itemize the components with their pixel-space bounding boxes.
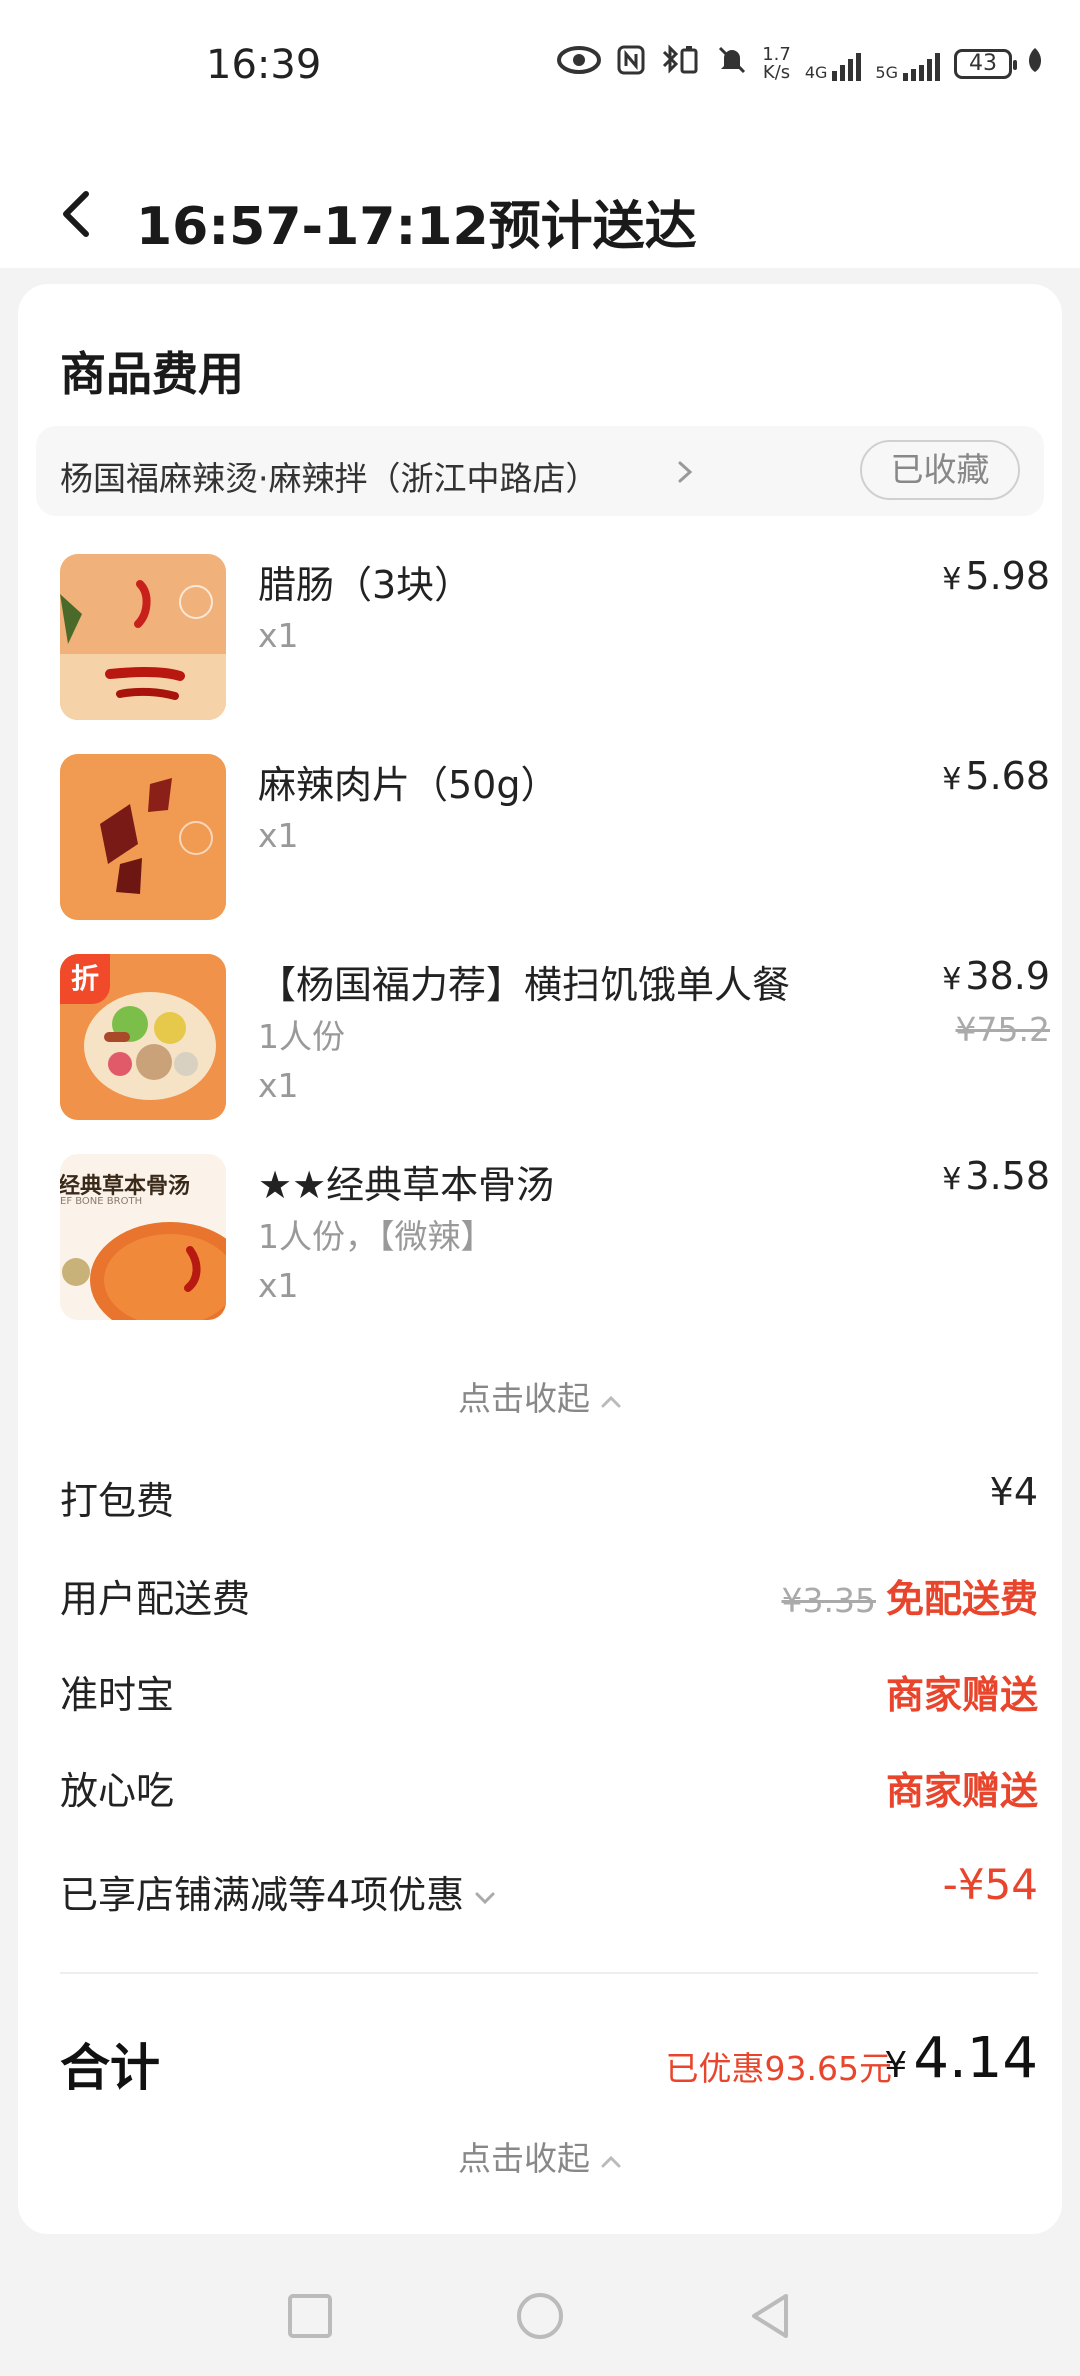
favorite-button[interactable]: 已收藏: [860, 440, 1020, 500]
signal-4g-icon: 4G: [805, 47, 862, 81]
item-price: ¥3.58: [942, 1154, 1050, 1198]
battery-icon: 43: [954, 48, 1017, 79]
fee-label: 已享店铺满减等4项优惠: [60, 1864, 496, 1919]
fee-value: -¥54: [942, 1860, 1038, 1909]
item-original-price: ¥75.2: [955, 1010, 1050, 1049]
mute-icon: [716, 44, 748, 83]
item-spec: 1人份: [258, 1017, 345, 1056]
home-icon[interactable]: [514, 2290, 566, 2342]
eye-icon: [556, 45, 602, 82]
store-bar[interactable]: 杨国福麻辣烫·麻辣拌（浙江中路店） 已收藏: [36, 426, 1044, 516]
section-title: 商品费用: [60, 347, 244, 401]
signal-5g-icon: 5G: [875, 47, 940, 81]
total-saved: 已优惠93.65元: [665, 2049, 892, 2088]
back-button[interactable]: [56, 190, 96, 237]
divider: [60, 1972, 1038, 1974]
item-thumbnail: [60, 554, 226, 720]
back-nav-icon[interactable]: [744, 2290, 796, 2342]
item-thumbnail: 折: [60, 954, 226, 1120]
list-item[interactable]: 经典草本骨汤 EF BONE BROTH ★★经典草本骨汤 1人份，【微辣】 x…: [60, 1154, 1050, 1324]
list-item[interactable]: 腊肠（3块） x1 ¥5.98: [60, 554, 1050, 724]
fee-row-safe-eat: 放心吃 商家赠送: [60, 1760, 1038, 1820]
item-thumbnail: 经典草本骨汤 EF BONE BROTH: [60, 1154, 226, 1320]
fee-original: ¥3.35: [781, 1581, 876, 1620]
page-title: 16:57-17:12预计送达: [136, 197, 697, 257]
list-item[interactable]: 麻辣肉片（50g） x1 ¥5.68: [60, 754, 1050, 924]
total-label: 合计: [60, 2039, 160, 2097]
chevron-right-icon: [678, 461, 693, 483]
item-name: 麻辣肉片（50g）: [258, 763, 559, 807]
back-arrow-icon: [63, 191, 89, 237]
status-icons: 1.7 K/s 4G 5G 43: [556, 44, 1044, 83]
fee-label: 打包费: [60, 1479, 175, 1523]
item-qty: x1: [258, 616, 299, 655]
discount-tag: 折: [60, 954, 110, 1004]
total-value: ¥4.14: [884, 2026, 1038, 2091]
order-fee-card: 商品费用 杨国福麻辣烫·麻辣拌（浙江中路店） 已收藏 腊肠（3块） x1 ¥5.…: [18, 284, 1062, 2234]
system-nav-bar: [0, 2256, 1080, 2376]
fee-label: 准时宝: [60, 1673, 175, 1717]
status-time: 16:39: [206, 42, 322, 88]
fee-row-ontime: 准时宝 商家赠送: [60, 1664, 1038, 1724]
chevron-up-icon: [601, 2155, 621, 2167]
store-name[interactable]: 杨国福麻辣烫·麻辣拌（浙江中路店）: [60, 452, 599, 500]
collapse-items-button[interactable]: 点击收起: [18, 1372, 1062, 1420]
item-name: 腊肠（3块）: [258, 563, 473, 607]
fee-row-delivery: 用户配送费 ¥3.35 免配送费: [60, 1568, 1038, 1628]
item-spec: 1人份，【微辣】: [258, 1217, 494, 1256]
net-speed: 1.7 K/s: [762, 43, 791, 83]
item-qty: x1: [258, 1266, 299, 1305]
leaf-icon: [1026, 46, 1044, 81]
fee-value: 商家赠送: [885, 1673, 1038, 1717]
fee-row-packing: 打包费 ¥4: [60, 1470, 1038, 1530]
item-qty: x1: [258, 1066, 299, 1105]
item-price: ¥38.9: [942, 954, 1050, 998]
nfc-icon: [616, 44, 646, 83]
fee-value: ¥4: [989, 1470, 1038, 1514]
chevron-up-icon: [601, 1395, 621, 1407]
status-bar: 16:39 1.7 K/s 4G 5G 43: [0, 0, 1080, 140]
bluetooth-battery-icon: [660, 44, 702, 83]
list-item[interactable]: 折 【杨国福力荐】横扫饥饿单人餐 1人份 x1 ¥38.9 ¥75.2: [60, 954, 1050, 1124]
fee-label: 用户配送费: [60, 1577, 251, 1621]
chevron-down-icon: [475, 1892, 495, 1904]
fee-label: 放心吃: [60, 1769, 175, 1813]
item-price: ¥5.98: [942, 554, 1050, 598]
page-header: 16:57-17:12预计送达: [0, 140, 1080, 268]
item-name: ★★经典草本骨汤: [258, 1163, 555, 1207]
discounts-row[interactable]: 已享店铺满减等4项优惠 -¥54: [60, 1860, 1038, 1924]
fee-value: ¥3.35 免配送费: [781, 1577, 1039, 1621]
recent-apps-icon[interactable]: [284, 2290, 336, 2342]
fee-value: 商家赠送: [885, 1769, 1038, 1813]
item-price: ¥5.68: [942, 754, 1050, 798]
item-thumbnail: [60, 754, 226, 920]
item-qty: x1: [258, 816, 299, 855]
collapse-total-button[interactable]: 点击收起: [18, 2132, 1062, 2180]
thumb-subtitle-text: EF BONE BROTH: [60, 1196, 143, 1207]
item-name: 【杨国福力荐】横扫饥饿单人餐: [258, 963, 791, 1007]
